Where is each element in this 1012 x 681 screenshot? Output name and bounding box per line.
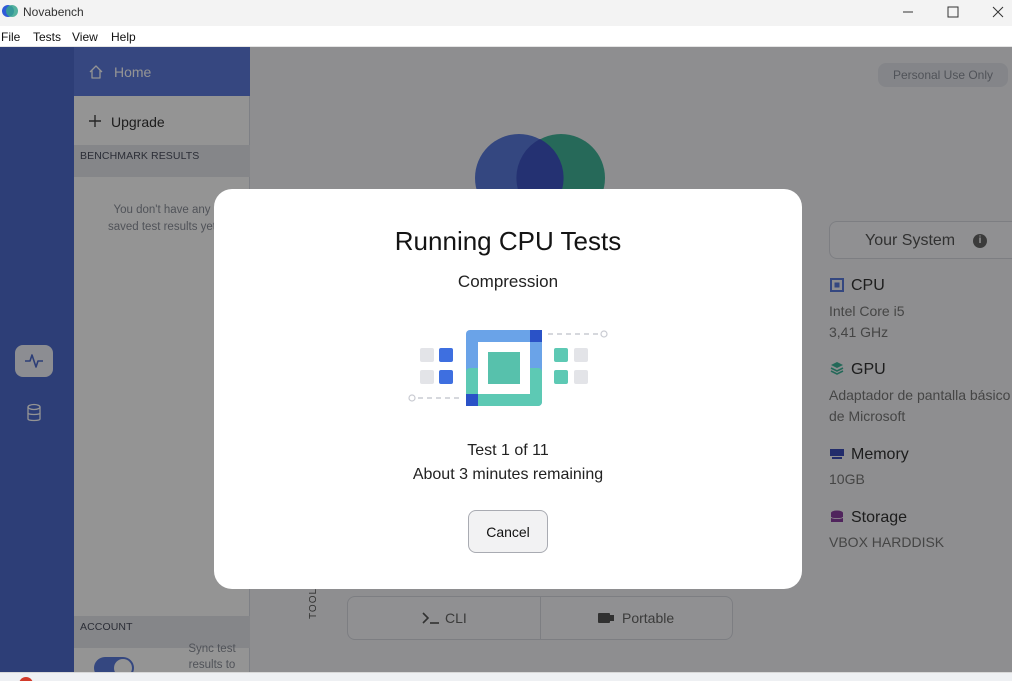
- window-title: Novabench: [23, 5, 84, 19]
- menu-tests[interactable]: Tests: [33, 30, 61, 44]
- running-tests-dialog: Running CPU Tests Compression Test 1 of …: [214, 189, 802, 589]
- cancel-button[interactable]: Cancel: [468, 510, 548, 553]
- maximize-button[interactable]: [930, 0, 976, 26]
- menu-bar: File Tests View Help: [0, 26, 1012, 47]
- close-button[interactable]: [975, 0, 1012, 26]
- test-progress: Test 1 of 11: [467, 442, 549, 459]
- maximize-icon: [947, 6, 959, 18]
- menu-file[interactable]: File: [1, 30, 20, 44]
- app-logo-icon: [2, 5, 18, 17]
- title-bar: Novabench: [0, 0, 1012, 26]
- menu-help[interactable]: Help: [111, 30, 136, 44]
- dialog-title: Running CPU Tests: [394, 226, 622, 256]
- time-remaining: About 3 minutes remaining: [412, 466, 604, 483]
- cpu-compression-illustration: [408, 330, 608, 406]
- taskbar-app-icon[interactable]: [19, 677, 33, 681]
- menu-view[interactable]: View: [72, 30, 98, 44]
- minimize-icon: [903, 11, 913, 13]
- minimize-button[interactable]: [885, 0, 931, 26]
- current-test-name: Compression: [457, 272, 559, 291]
- close-icon: [992, 6, 1004, 18]
- taskbar: [0, 672, 1012, 681]
